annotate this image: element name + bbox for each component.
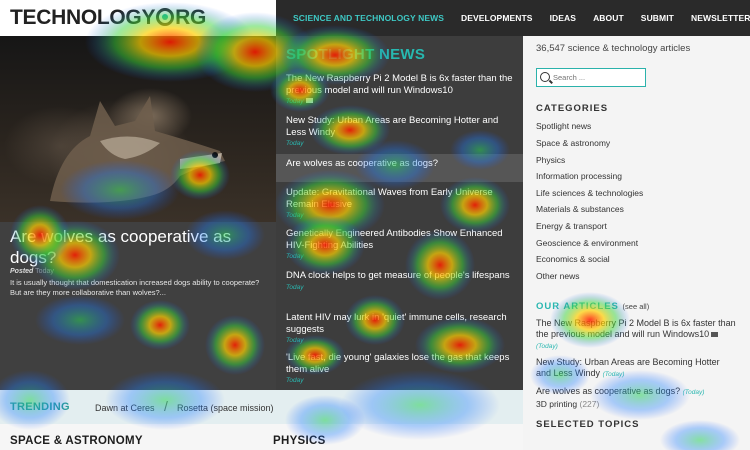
hero-excerpt: It is usually thought that domestication… [10,278,260,297]
categories-title: CATEGORIES [536,103,609,114]
spotlight-item[interactable]: The New Raspberry Pi 2 Model B is 6x fas… [276,73,523,105]
our-article-item[interactable]: New Study: Urban Areas are Becoming Hott… [536,357,736,380]
hero-title[interactable]: Are wolves as cooperative as dogs? [10,226,272,268]
see-all-link[interactable]: (see all) [623,302,650,311]
trending-separator: / [164,398,168,414]
search-box[interactable] [536,68,646,87]
search-icon[interactable] [540,72,550,82]
hero-article[interactable]: Are wolves as cooperative as dogs? Poste… [0,36,276,390]
hero-wolf-image[interactable] [0,36,276,222]
spotlight-item[interactable]: Latent HIV may lurk in 'quiet' immune ce… [276,312,523,344]
hero-posted-label: Posted [10,268,34,275]
category-materials[interactable]: Materials & substances [536,204,624,214]
category-physics[interactable]: Physics [536,155,565,165]
our-article-date: (Today) [602,371,625,378]
trending-link-rosetta[interactable]: Rosetta (space mission) [177,403,274,413]
our-article-item[interactable]: The New Raspberry Pi 2 Model B is 6x fas… [536,318,736,352]
category-life-sciences[interactable]: Life sciences & technologies [536,188,643,198]
spotlight-item-date: Today [286,253,304,260]
spotlight-item-date: Today [286,377,304,384]
our-article-date: (Today) [682,389,705,396]
category-economics[interactable]: Economics & social [536,254,610,264]
spotlight-item-title[interactable]: New Study: Urban Areas are Becoming Hott… [286,115,515,138]
our-article-item[interactable]: Are wolves as cooperative as dogs? (Toda… [536,386,736,398]
top-nav-bar: TECHNOLOGY RG SCIENCE AND TECHNOLOGY NEWS… [0,0,750,36]
spotlight-item-title[interactable]: Update: Gravitational Waves from Early U… [286,187,515,210]
nav-submit[interactable]: SUBMIT [641,13,674,23]
section-space-astronomy[interactable]: SPACE & ASTRONOMY [10,435,143,447]
spotlight-item-title[interactable]: Latent HIV may lurk in 'quiet' immune ce… [286,312,515,335]
article-count: 36,547 science & technology articles [536,43,691,54]
wolf-silhouette [50,96,225,203]
category-other-news[interactable]: Other news [536,271,579,281]
spotlight-item-date: Today [286,283,304,291]
logo-area: TECHNOLOGY RG [0,0,276,36]
spotlight-item[interactable]: Genetically Engineered Antibodies Show E… [276,228,523,260]
spotlight-item[interactable]: 'Live fast, die young' galaxies lose the… [276,352,523,384]
topic-count: (227) [579,399,600,409]
spotlight-item-date: Today [286,140,304,147]
selected-topics-title: SELECTED TOPICS [536,419,640,430]
category-spotlight-news[interactable]: Spotlight news [536,121,591,131]
site-logo[interactable]: TECHNOLOGY RG [10,6,206,30]
spotlight-item[interactable]: DNA clock helps to get measure of people… [276,270,523,291]
spotlight-item[interactable]: New Study: Urban Areas are Becoming Hott… [276,115,523,147]
nav-developments[interactable]: DEVELOPMENTS [461,13,533,23]
spotlight-item-title[interactable]: Genetically Engineered Antibodies Show E… [286,228,515,251]
trending-link-dawn-at-ceres[interactable]: Dawn at Ceres [95,403,155,413]
topic-item[interactable]: 3D printing (227) [536,399,599,409]
search-input[interactable] [553,71,643,84]
category-information-processing[interactable]: Information processing [536,171,622,181]
nav-newsletter[interactable]: NEWSLETTER [691,13,750,23]
spotlight-item-title[interactable]: The New Raspberry Pi 2 Model B is 6x fas… [286,73,515,96]
video-icon [306,98,314,103]
spotlight-item-date: Today [286,337,304,344]
trending-label: TRENDING [10,401,70,413]
trending-bar: TRENDING Dawn at Ceres / Rosetta (space … [0,390,523,424]
hero-posted-date: Today [35,268,54,275]
our-articles-label: OUR ARTICLES [536,301,619,312]
section-headings-row: SPACE & ASTRONOMY PHYSICS [0,424,523,450]
spotlight-news-column: SPOTLIGHT NEWS The New Raspberry Pi 2 Mo… [276,36,523,390]
category-geoscience[interactable]: Geoscience & environment [536,238,638,248]
our-article-title[interactable]: The New Raspberry Pi 2 Model B is 6x fas… [536,318,736,339]
video-icon [711,332,719,337]
our-article-title[interactable]: New Study: Urban Areas are Becoming Hott… [536,357,720,378]
category-space-astronomy[interactable]: Space & astronomy [536,138,610,148]
spotlight-item-highlighted[interactable]: Are wolves as cooperative as dogs? [276,154,523,182]
topic-name[interactable]: 3D printing [536,399,577,409]
logo-globe-icon [156,8,175,26]
nav-ideas[interactable]: IDEAS [550,13,576,23]
hero-posted: Posted Today [10,268,54,275]
our-article-title[interactable]: Are wolves as cooperative as dogs? [536,386,680,396]
spotlight-title: SPOTLIGHT NEWS [286,46,426,63]
nav-science-and-technology-news[interactable]: SCIENCE AND TECHNOLOGY NEWS [293,13,444,23]
spotlight-item-date: Today [286,212,304,219]
logo-text-a: TECHNOLOGY [10,6,156,29]
main-nav: SCIENCE AND TECHNOLOGY NEWS DEVELOPMENTS… [276,0,750,36]
our-articles-title: OUR ARTICLES (see all) [536,301,649,312]
section-physics[interactable]: PHYSICS [273,435,326,447]
right-sidebar: 36,547 science & technology articles CAT… [523,36,750,450]
category-energy-transport[interactable]: Energy & transport [536,221,607,231]
spotlight-item-title[interactable]: DNA clock helps to get measure of people… [286,270,515,282]
nav-about[interactable]: ABOUT [593,13,624,23]
logo-text-b: RG [175,6,207,29]
spotlight-item-title[interactable]: Are wolves as cooperative as dogs? [286,158,515,170]
spotlight-item[interactable]: Update: Gravitational Waves from Early U… [276,187,523,219]
our-article-date: (Today) [536,343,558,350]
spotlight-item-title[interactable]: 'Live fast, die young' galaxies lose the… [286,352,515,375]
spotlight-item-date: Today [286,98,304,105]
